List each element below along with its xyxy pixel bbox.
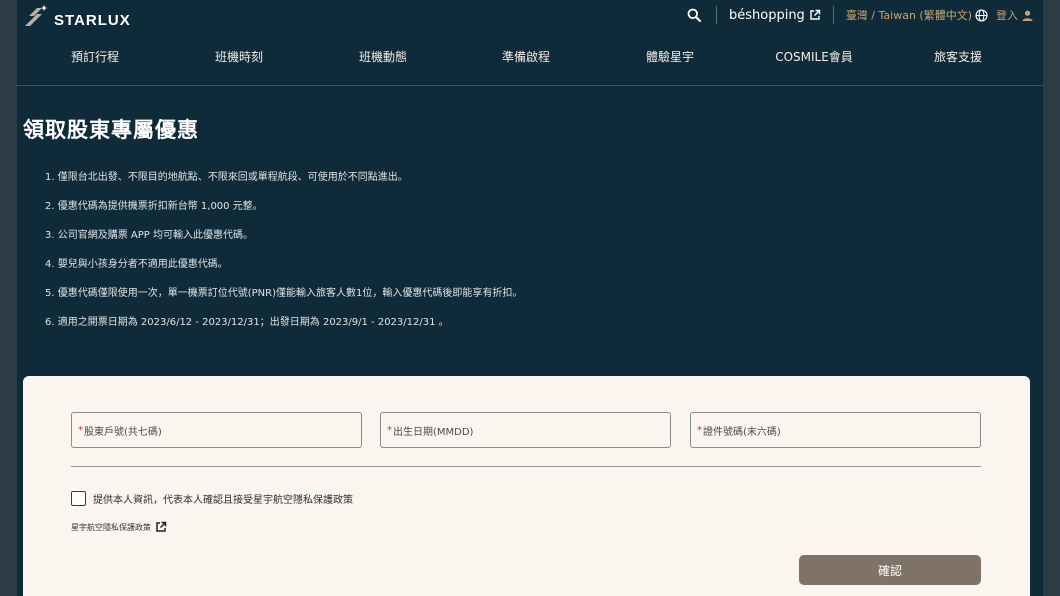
main-nav: 預訂行程 班機時刻 班機動態 準備啟程 體驗星宇 COSMILE會員 旅客支援 xyxy=(17,48,1043,70)
divider xyxy=(832,6,834,24)
region-label: 臺灣 / Taiwan (繁體中文) xyxy=(845,9,972,22)
external-link-icon xyxy=(810,9,821,20)
nav-item-cosmile[interactable]: COSMILE會員 xyxy=(775,48,853,65)
list-item: 5. 優惠代碼僅限使用一次，單一機票訂位代號(PNR)僅能輸入旅客人數1位，輸入… xyxy=(45,288,523,299)
shareholder-form-card: * 股東戶號(共七碼) * 出生日期(MMDD) * 證件號碼(末六碼) 提供本… xyxy=(23,376,1030,596)
beshopping-link[interactable]: béshopping xyxy=(729,8,821,23)
required-mark: * xyxy=(78,424,83,436)
list-item: 6. 適用之開票日期為 2023/6/12 - 2023/12/31；出發日期為… xyxy=(45,317,449,328)
required-mark: * xyxy=(697,424,702,436)
nav-item-experience[interactable]: 體驗星宇 xyxy=(646,48,694,65)
shareholder-number-field[interactable]: * 股東戶號(共七碼) xyxy=(71,412,362,448)
login-label: 登入 xyxy=(996,9,1018,22)
field-placeholder: 股東戶號(共七碼) xyxy=(84,426,162,438)
divider xyxy=(715,6,717,24)
utility-bar: béshopping 臺灣 / Taiwan (繁體中文) 登入 xyxy=(684,5,1033,25)
nav-item-flight-status[interactable]: 班機動態 xyxy=(359,48,407,65)
brand-name: STARLUX xyxy=(54,11,131,29)
user-icon xyxy=(1022,10,1033,21)
birth-date-field[interactable]: * 出生日期(MMDD) xyxy=(380,412,671,448)
external-link-icon xyxy=(156,521,167,532)
beshopping-label: béshopping xyxy=(728,7,805,23)
nav-item-timetable[interactable]: 班機時刻 xyxy=(215,48,263,65)
globe-icon xyxy=(975,8,988,22)
required-mark: * xyxy=(387,424,392,436)
consent-checkbox[interactable] xyxy=(71,491,86,506)
site-header: STARLUX béshopping 臺灣 / Taiwan (繁體中文) 登入… xyxy=(17,0,1043,86)
field-placeholder: 證件號碼(末六碼) xyxy=(703,426,781,438)
confirm-button[interactable]: 確認 xyxy=(799,555,981,585)
search-icon[interactable] xyxy=(684,5,704,25)
id-number-field[interactable]: * 證件號碼(末六碼) xyxy=(690,412,981,448)
privacy-policy-label: 星宇航空隱私保護政策 xyxy=(71,522,151,532)
nav-item-support[interactable]: 旅客支援 xyxy=(934,48,982,65)
list-item: 2. 優惠代碼為提供機票折扣新台幣 1,000 元整。 xyxy=(45,201,263,212)
consent-label: 提供本人資訊，代表本人確認且接受星宇航空隱私保護政策 xyxy=(93,495,353,506)
nav-item-prepare-trip[interactable]: 準備啟程 xyxy=(502,48,550,65)
terms-list: 1. 僅限台北出發、不限目的地航點、不限來回或單程航段、可使用於不同點進出。 2… xyxy=(45,170,522,344)
list-item: 4. 嬰兒與小孩身分者不適用此優惠代碼。 xyxy=(45,259,228,270)
login-link[interactable]: 登入 xyxy=(996,7,1033,23)
consent-row: 提供本人資訊，代表本人確認且接受星宇航空隱私保護政策 xyxy=(71,491,353,506)
page-title: 領取股東專屬優惠 xyxy=(23,118,199,142)
list-item: 1. 僅限台北出發、不限目的地航點、不限來回或單程航段、可使用於不同點進出。 xyxy=(45,172,408,183)
region-language-selector[interactable]: 臺灣 / Taiwan (繁體中文) xyxy=(846,7,988,23)
starlux-logo-mark-icon xyxy=(23,4,51,30)
page: STARLUX béshopping 臺灣 / Taiwan (繁體中文) 登入… xyxy=(17,0,1043,596)
list-item: 3. 公司官網及購票 APP 均可輸入此優惠代碼。 xyxy=(45,230,253,241)
starlux-logo[interactable]: STARLUX xyxy=(23,4,131,30)
field-placeholder: 出生日期(MMDD) xyxy=(393,426,474,438)
nav-item-booking[interactable]: 預訂行程 xyxy=(71,48,119,65)
privacy-policy-link[interactable]: 星宇航空隱私保護政策 xyxy=(71,521,167,533)
form-divider xyxy=(71,466,981,467)
